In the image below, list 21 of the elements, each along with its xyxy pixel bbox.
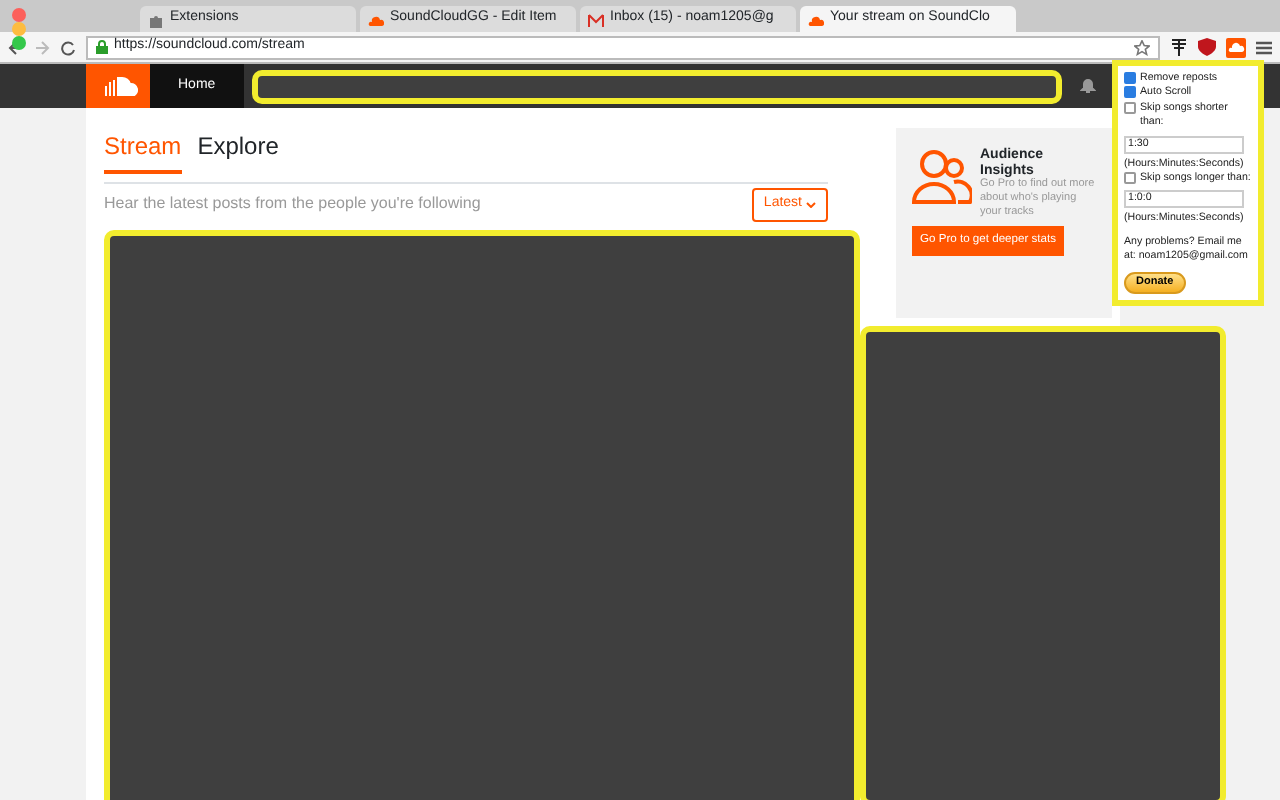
checkbox[interactable] <box>1124 172 1136 185</box>
stream-tab[interactable]: Explore <box>197 128 279 174</box>
shield-icon[interactable] <box>1198 38 1216 56</box>
checkbox[interactable] <box>1124 86 1136 99</box>
cloud-icon <box>368 11 384 27</box>
bell-icon[interactable] <box>1080 78 1096 94</box>
checkbox[interactable] <box>1124 101 1136 114</box>
checkbox[interactable] <box>1124 72 1136 84</box>
puzzle-icon <box>148 11 164 27</box>
reload-icon[interactable] <box>60 39 76 55</box>
extension-icon[interactable] <box>1170 38 1188 56</box>
caret-icon <box>806 201 816 208</box>
cloud-extension-icon[interactable] <box>1226 37 1246 57</box>
star-icon[interactable] <box>1134 39 1150 55</box>
stream-subtitle: Hear the latest posts from the people you're following <box>104 192 481 217</box>
cloud-icon <box>808 11 824 27</box>
people-icon <box>912 148 972 204</box>
lock-icon <box>96 40 108 54</box>
mail-icon <box>588 11 604 27</box>
soundcloud-logo[interactable] <box>86 64 150 108</box>
menu-icon[interactable] <box>1256 39 1272 55</box>
